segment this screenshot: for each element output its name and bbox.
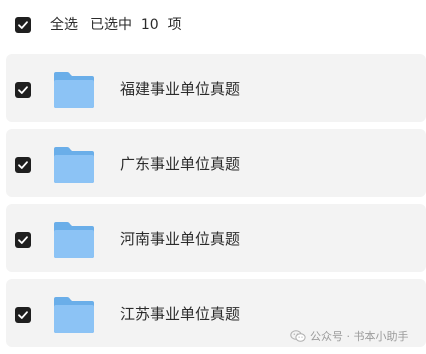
- file-name: 福建事业单位真题: [120, 80, 241, 98]
- checkmark-icon: [18, 311, 28, 319]
- file-row[interactable]: 广东事业单位真题: [6, 129, 426, 197]
- row-checkbox[interactable]: [15, 157, 31, 173]
- file-name: 广东事业单位真题: [120, 155, 241, 173]
- file-name: 江苏事业单位真题: [120, 305, 241, 323]
- select-all-checkbox[interactable]: [15, 17, 31, 33]
- folder-icon: [52, 145, 96, 185]
- row-checkbox[interactable]: [15, 82, 31, 98]
- file-name: 河南事业单位真题: [120, 230, 241, 248]
- watermark-text: 公众号 · 书本小助手: [310, 330, 409, 343]
- wechat-icon: [290, 330, 306, 342]
- folder-icon: [52, 295, 96, 335]
- selected-count-text: 已选中 10 项: [90, 17, 182, 33]
- file-row[interactable]: 福建事业单位真题: [6, 54, 426, 122]
- select-all-label[interactable]: 全选: [50, 16, 78, 34]
- folder-icon: [52, 70, 96, 110]
- watermark: 公众号 · 书本小助手: [290, 328, 409, 344]
- checkmark-icon: [18, 236, 28, 244]
- selection-toolbar: 全选 已选中 10 项: [0, 0, 426, 50]
- folder-icon: [52, 220, 96, 260]
- checkmark-icon: [18, 161, 28, 169]
- row-checkbox[interactable]: [15, 232, 31, 248]
- row-checkbox[interactable]: [15, 307, 31, 323]
- checkmark-icon: [18, 86, 28, 94]
- file-row[interactable]: 河南事业单位真题: [6, 204, 426, 272]
- file-list: 福建事业单位真题 广东事业单位真题 河南事业单位真题 江苏事业单位真题: [0, 50, 426, 354]
- checkmark-icon: [18, 21, 28, 29]
